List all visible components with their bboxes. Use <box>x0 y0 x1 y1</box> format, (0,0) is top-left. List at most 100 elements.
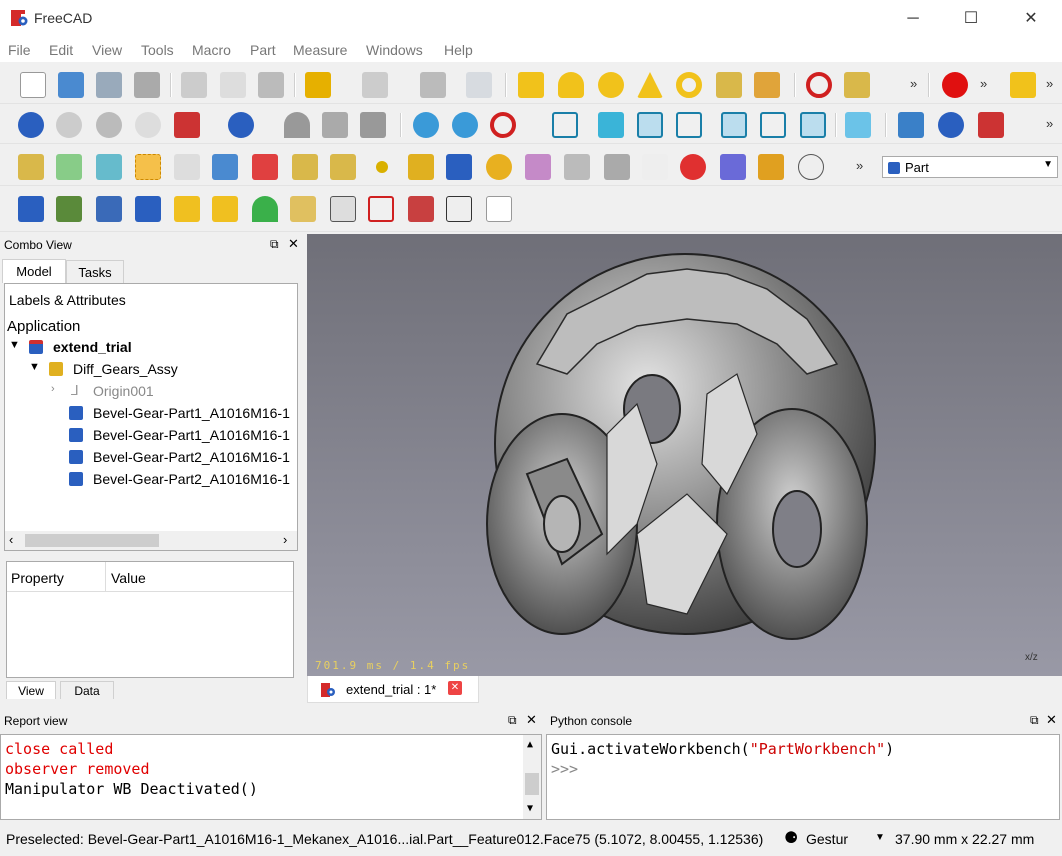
tree-origin[interactable]: Origin001 <box>93 383 154 399</box>
fuse-icon[interactable] <box>96 112 122 138</box>
tree-part[interactable]: Bevel-Gear-Part1_A1016M16-1 <box>93 427 290 443</box>
chevron-right-icon[interactable]: › <box>283 532 287 547</box>
screw-icon[interactable] <box>252 196 278 222</box>
pcb-icon[interactable] <box>56 196 82 222</box>
fit-selection-icon[interactable] <box>452 112 478 138</box>
minimize-button[interactable]: ─ <box>898 8 928 30</box>
menu-file[interactable]: File <box>8 42 31 58</box>
check-geometry-icon[interactable] <box>174 154 200 180</box>
menu-part[interactable]: Part <box>250 42 276 58</box>
chevron-right-icon[interactable]: › <box>51 383 55 395</box>
rotate-icon[interactable] <box>486 154 512 180</box>
part-sphere-icon[interactable] <box>598 72 624 98</box>
projection-icon[interactable] <box>446 154 472 180</box>
python-console-input[interactable]: Gui.activateWorkbench("PartWorkbench") >… <box>546 734 1060 820</box>
network-icon[interactable] <box>720 154 746 180</box>
record-macro-icon[interactable] <box>942 72 968 98</box>
toolbar-overflow-2[interactable]: » <box>980 76 987 91</box>
edit-part-icon[interactable] <box>96 196 122 222</box>
close-icon[interactable]: ✕ <box>1046 712 1057 728</box>
arrows-icon[interactable] <box>174 196 200 222</box>
draw-style-icon[interactable] <box>490 112 516 138</box>
toolbar-overflow-4[interactable]: » <box>1046 116 1053 131</box>
menu-view[interactable]: View <box>92 42 122 58</box>
shape-from-mesh-icon[interactable] <box>135 154 161 180</box>
refresh-icon[interactable] <box>420 72 446 98</box>
close-tab-icon[interactable]: ✕ <box>448 681 462 695</box>
move-icon[interactable] <box>525 154 551 180</box>
menu-windows[interactable]: Windows <box>366 42 423 58</box>
join-icon[interactable] <box>174 112 200 138</box>
fillet-icon[interactable] <box>18 154 44 180</box>
sheep-icon[interactable] <box>798 154 824 180</box>
save-icon[interactable] <box>96 72 122 98</box>
workbench-selector[interactable]: Part ▼ <box>882 156 1058 178</box>
part-box-icon[interactable] <box>518 72 544 98</box>
fit-all-icon[interactable] <box>413 112 439 138</box>
blank-page-icon[interactable] <box>486 196 512 222</box>
part-cone-icon[interactable] <box>637 72 663 98</box>
table-icon[interactable] <box>446 196 472 222</box>
tree-document[interactable]: extend_trial <box>53 339 132 355</box>
toolbar-overflow-5[interactable]: » <box>856 158 863 173</box>
chamfer-icon[interactable] <box>96 154 122 180</box>
close-icon[interactable]: ✕ <box>526 712 537 728</box>
chevron-down-icon[interactable]: ▼ <box>9 339 20 351</box>
print-icon[interactable] <box>134 72 160 98</box>
form-icon[interactable] <box>330 196 356 222</box>
view-left-icon[interactable] <box>800 112 826 138</box>
part-primitives-icon[interactable] <box>716 72 742 98</box>
defeaturing-icon[interactable] <box>212 154 238 180</box>
tree-part[interactable]: Bevel-Gear-Part2_A1016M16-1 <box>93 471 290 487</box>
section-icon[interactable] <box>330 154 356 180</box>
view-top-icon[interactable] <box>637 112 663 138</box>
connector-icon[interactable] <box>408 196 434 222</box>
attachment-icon[interactable] <box>252 154 278 180</box>
undo-icon[interactable] <box>305 72 331 98</box>
tab-tasks[interactable]: Tasks <box>66 260 124 284</box>
toolbar-overflow-1[interactable]: » <box>910 76 917 91</box>
menu-macro[interactable]: Macro <box>192 42 231 58</box>
stop-icon[interactable] <box>806 72 832 98</box>
copy-icon[interactable] <box>220 72 246 98</box>
part-tools-icon[interactable] <box>844 72 870 98</box>
send-to-python-icon[interactable] <box>898 112 924 138</box>
chevron-down-icon[interactable]: ▼ <box>875 832 885 843</box>
navigation-style-selector[interactable]: Gestur <box>806 831 848 847</box>
menu-measure[interactable]: Measure <box>293 42 347 58</box>
part-torus-icon[interactable] <box>676 72 702 98</box>
common-icon[interactable] <box>135 112 161 138</box>
redo-icon[interactable] <box>362 72 388 98</box>
paste-icon[interactable] <box>258 72 284 98</box>
boolean-icon[interactable] <box>18 112 44 138</box>
tab-data[interactable]: Data <box>60 681 114 699</box>
part-workbench-icon[interactable] <box>1010 72 1036 98</box>
tree-part[interactable]: Bevel-Gear-Part1_A1016M16-1 <box>93 405 290 421</box>
view-rear-icon[interactable] <box>721 112 747 138</box>
menu-help[interactable]: Help <box>444 42 473 58</box>
tree-assembly[interactable]: Diff_Gears_Assy <box>73 361 178 377</box>
shape-builder-icon[interactable] <box>754 72 780 98</box>
whats-this-icon[interactable] <box>466 72 492 98</box>
revolve-icon[interactable] <box>360 112 386 138</box>
recompute-icon[interactable] <box>680 154 706 180</box>
report-scrollbar[interactable]: ▲ ▼ <box>523 735 541 819</box>
chevron-left-icon[interactable]: ‹ <box>9 532 13 547</box>
tab-document[interactable]: extend_trial : 1* ✕ <box>307 676 479 703</box>
toolbar-overflow-3[interactable]: » <box>1046 76 1053 91</box>
3d-viewport[interactable]: 701.9 ms / 1.4 fps x/z <box>307 234 1062 676</box>
chevron-down-icon[interactable]: ▼ <box>29 361 40 373</box>
close-icon[interactable]: ✕ <box>288 236 299 252</box>
tab-view[interactable]: View <box>6 681 56 699</box>
mirror-icon[interactable] <box>978 112 1004 138</box>
gear-assembly-model[interactable] <box>307 234 1062 676</box>
assembly-icon[interactable] <box>18 196 44 222</box>
tree-scrollbar[interactable]: ‹ › <box>5 531 297 550</box>
float-icon[interactable]: ⧉ <box>270 237 279 252</box>
lock-icon[interactable] <box>292 154 318 180</box>
bounding-box-icon[interactable] <box>368 196 394 222</box>
menu-edit[interactable]: Edit <box>49 42 73 58</box>
cross-sections-icon[interactable] <box>56 154 82 180</box>
view-isometric-icon[interactable] <box>552 112 578 138</box>
cut-boolean-icon[interactable] <box>56 112 82 138</box>
